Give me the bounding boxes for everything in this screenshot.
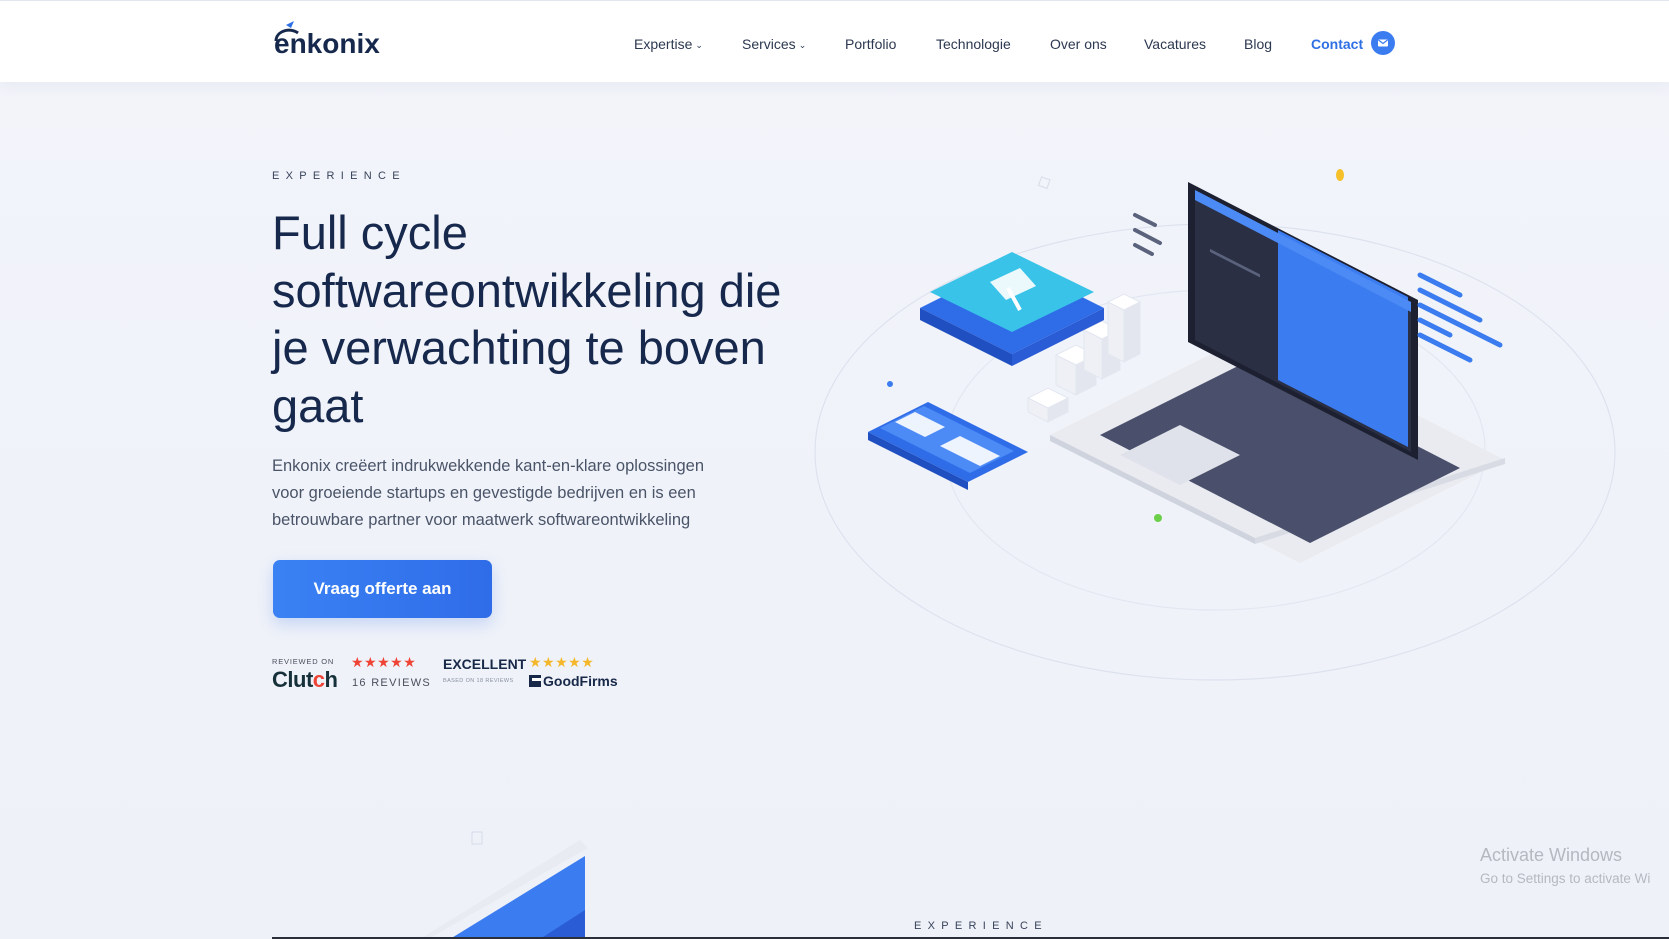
hero-eyebrow: EXPERIENCE [272,170,406,182]
phone [868,402,1028,490]
nav-services[interactable]: Services ⌄ [742,36,806,52]
goodfirms-stars: ★★★★★ [529,654,595,670]
windows-activation-title: Activate Windows [1480,845,1623,865]
chevron-down-icon: ⌄ [695,40,703,50]
section2-illustration [420,831,588,939]
contact-mail-button[interactable] [1371,31,1395,55]
goodfirms-based-on: BASED ON 18 REVIEWS [443,678,514,684]
clutch-reviewed-on: REVIEWED ON [272,657,335,666]
request-quote-button[interactable]: Vraag offerte aan [273,560,492,618]
nav-technologie[interactable]: Technologie [936,36,1011,52]
decor-square [471,831,483,845]
subcopy-line: betrouwbare partner voor maatwerk softwa… [272,511,691,529]
laptop [1050,182,1505,563]
nav-expertise-label: Expertise [634,36,693,52]
nav-services-label: Services [742,36,796,52]
windows-activation-subtitle: Go to Settings to activate Wi [1480,871,1651,886]
subcopy-line: Enkonix creëert indrukwekkende kant-en-k… [272,457,704,475]
headline-line: Full cycle [272,206,468,259]
nav-blog[interactable]: Blog [1244,36,1272,52]
clutch-review-count: 16 REVIEWS [352,677,432,689]
nav-over-ons[interactable]: Over ons [1050,36,1107,52]
goodfirms-icon [529,675,541,687]
hero-illustration [814,169,1616,681]
site-header: enkonix Expertise ⌄ Services ⌄ Portfolio T… [0,0,1669,82]
decor-dot [887,381,893,387]
section2-eyebrow: EXPERIENCE [914,920,1048,932]
code-lines-gray [1133,213,1162,256]
headline-line: softwareontwikkeling die [272,263,782,317]
clutch-logo: Clutch [272,667,338,692]
decor-square [1037,176,1051,190]
svg-text:enkonix: enkonix [274,28,380,59]
goodfirms-rating-title: EXCELLENT [443,656,527,672]
nav-contact[interactable]: Contact [1311,36,1363,52]
mail-icon [1378,39,1388,47]
clutch-stars: ★★★★★ [351,654,417,670]
chevron-down-icon: ⌄ [798,40,807,50]
goodfirms-logo-text: GoodFirms [543,673,618,689]
code-lines [1417,272,1503,363]
hero-subcopy: Enkonix creëert indrukwekkende kant-en-k… [272,453,752,534]
headline-line: je verwachting te boven [272,321,766,374]
decor-dot [1336,169,1344,181]
hero-headline: Full cycle softwareontwikkeling die je v… [272,204,832,434]
nav-portfolio[interactable]: Portfolio [845,36,896,52]
nav-vacatures[interactable]: Vacatures [1144,36,1206,52]
headline-line: gaat [272,378,364,432]
enkonix-logo[interactable]: enkonix [272,19,392,59]
subcopy-line: voor groeiende startups en gevestigde be… [272,484,696,502]
nav-expertise[interactable]: Expertise ⌄ [634,36,703,52]
goodfirms-logo: GoodFirms [529,673,618,689]
decor-dot [1154,514,1162,522]
